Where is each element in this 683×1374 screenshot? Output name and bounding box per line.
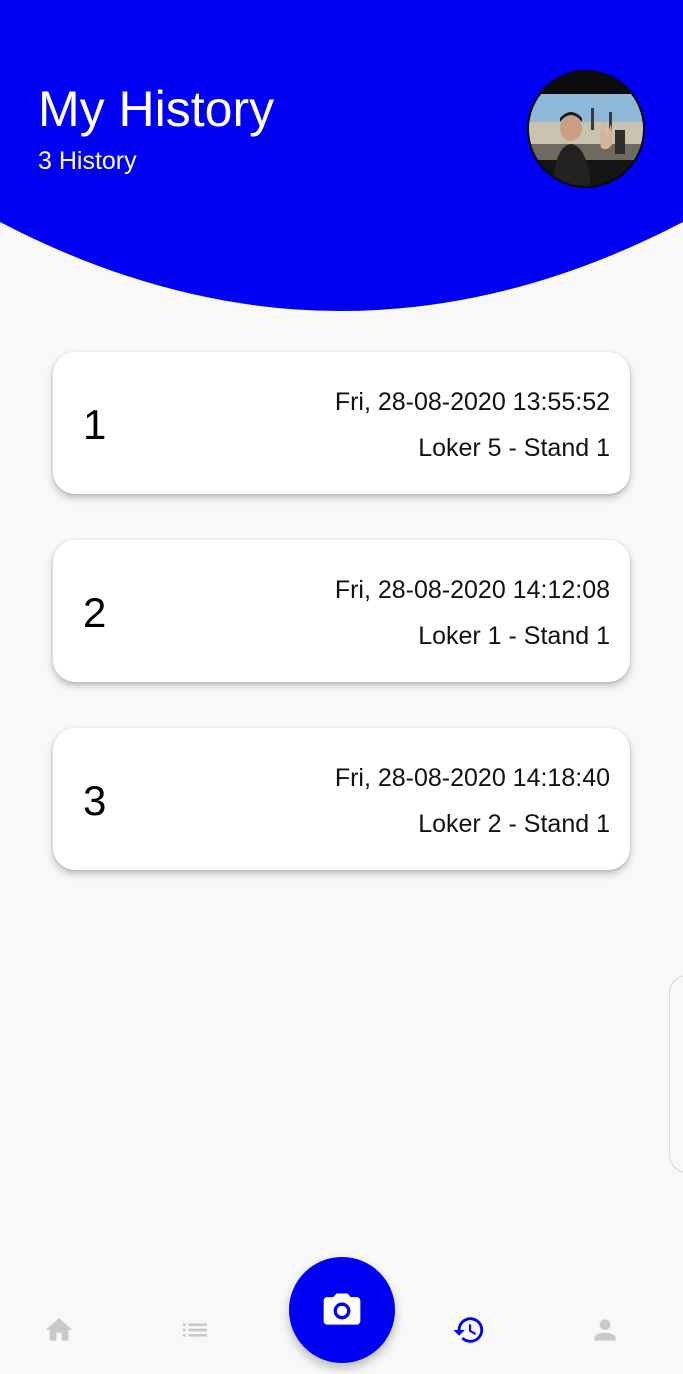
history-icon <box>453 1317 484 1343</box>
history-datetime: Fri, 28-08-2020 14:18:40 <box>334 764 610 792</box>
nav-home[interactable] <box>37 1308 81 1352</box>
side-panel-handle[interactable] <box>669 975 683 1173</box>
camera-icon <box>323 1293 361 1325</box>
history-number: 3 <box>83 777 107 824</box>
history-datetime: Fri, 28-08-2020 14:12:08 <box>334 576 610 604</box>
nav-profile[interactable] <box>583 1308 627 1352</box>
history-card[interactable]: 3 Fri, 28-08-2020 14:18:40 Loker 2 - Sta… <box>53 728 630 870</box>
list-icon <box>183 1323 207 1337</box>
history-datetime: Fri, 28-08-2020 13:55:52 <box>334 388 610 416</box>
history-location: Loker 2 - Stand 1 <box>418 810 610 838</box>
history-card[interactable]: 2 Fri, 28-08-2020 14:12:08 Loker 1 - Sta… <box>53 540 630 682</box>
avatar[interactable] <box>527 70 645 188</box>
history-location: Loker 1 - Stand 1 <box>418 622 610 650</box>
person-icon <box>594 1319 616 1341</box>
history-card[interactable]: 1 Fri, 28-08-2020 13:55:52 Loker 5 - Sta… <box>53 352 630 494</box>
camera-button[interactable] <box>289 1257 395 1363</box>
history-number: 2 <box>83 589 107 636</box>
history-count: 3 History <box>38 147 137 175</box>
history-number: 1 <box>83 401 107 448</box>
page-title: My History <box>38 81 275 137</box>
history-location: Loker 5 - Stand 1 <box>418 434 610 462</box>
home-icon <box>45 1318 73 1341</box>
avatar-photo <box>529 72 643 186</box>
nav-list[interactable] <box>173 1308 217 1352</box>
nav-history[interactable] <box>447 1308 491 1352</box>
